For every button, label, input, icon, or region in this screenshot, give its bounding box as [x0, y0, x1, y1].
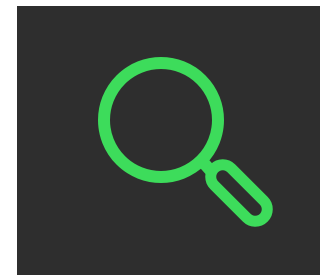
search-icon-tile[interactable] [17, 6, 320, 275]
magnifying-glass-icon [98, 57, 273, 227]
handle [205, 159, 273, 227]
handle-outline [205, 159, 273, 227]
